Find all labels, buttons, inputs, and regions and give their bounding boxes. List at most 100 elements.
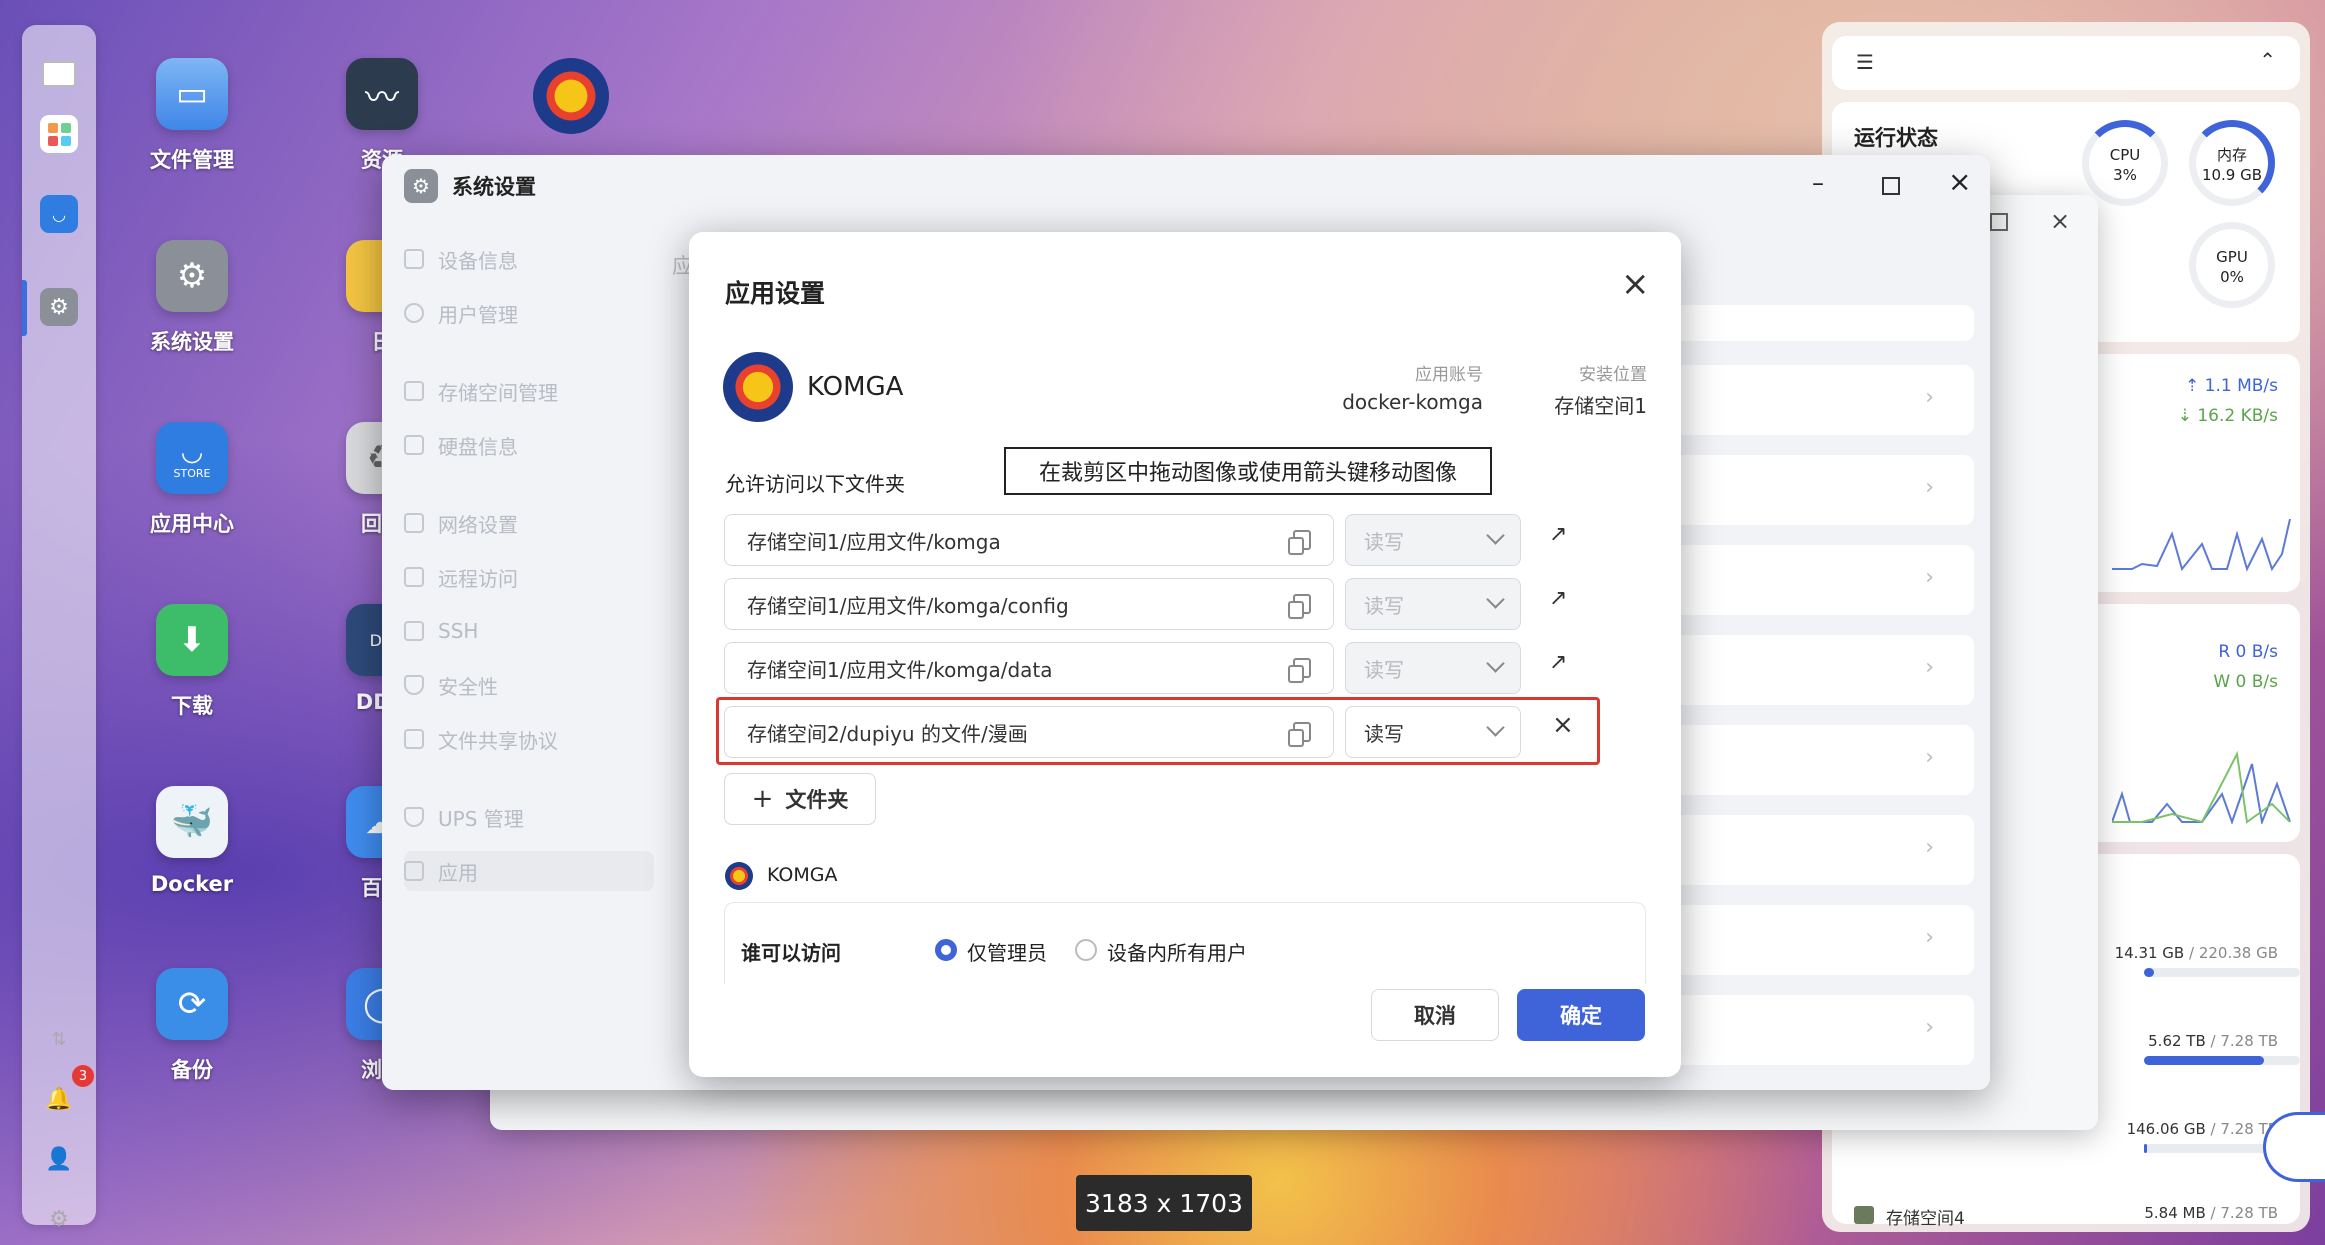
gear-icon: ⚙ bbox=[404, 169, 438, 203]
open-folder-icon[interactable]: ↗ bbox=[1549, 522, 1567, 547]
access-panel: 谁可以访问 仅管理员 设备内所有用户 bbox=[724, 902, 1646, 984]
app-settings-dialog: 应用设置 × KOMGA 应用账号 docker-komga 安装位置 存储空间… bbox=[689, 232, 1681, 1077]
storage-3-usage: 146.06 GB / 7.28 TB bbox=[2126, 1120, 2278, 1138]
sidebar-item-disks[interactable]: 硬盘信息 bbox=[404, 425, 654, 465]
gear-icon: ⚙ bbox=[49, 1206, 69, 1232]
open-folder-icon[interactable]: ↗ bbox=[1549, 650, 1567, 675]
disk-write: W 0 B/s bbox=[2213, 672, 2278, 692]
remove-icon[interactable]: × bbox=[1552, 710, 1574, 740]
sidebar-item-remote[interactable]: 远程访问 bbox=[404, 557, 654, 597]
permission-select[interactable]: 读写 bbox=[1345, 706, 1521, 758]
location-value: 存储空间1 bbox=[1554, 394, 1647, 418]
desktop-app-backup[interactable]: ⟳ 备份 bbox=[127, 968, 257, 1084]
sidebar-item-ssh[interactable]: SSH bbox=[404, 611, 654, 651]
desktop-app-label: 文件管理 bbox=[150, 148, 234, 172]
app-store-dock-button[interactable]: ◡ bbox=[40, 195, 78, 233]
app-name: KOMGA bbox=[807, 372, 904, 402]
apps-icon bbox=[404, 861, 424, 881]
radio-admin-only[interactable] bbox=[935, 939, 957, 961]
folder-path-field[interactable]: 存储空间2/dupiyu 的文件/漫画 bbox=[724, 706, 1334, 758]
collapse-up-icon[interactable]: ⌃ bbox=[2259, 48, 2276, 72]
settings-dock-button[interactable]: ⚙ bbox=[40, 288, 78, 326]
grid-icon bbox=[47, 122, 71, 146]
avatar[interactable] bbox=[2263, 1112, 2325, 1182]
sidebar-item-device[interactable]: 设备信息 bbox=[404, 239, 654, 279]
close-icon[interactable]: × bbox=[2050, 207, 2070, 235]
cancel-button[interactable]: 取消 bbox=[1371, 989, 1499, 1041]
notification-button[interactable]: 🔔 bbox=[40, 1080, 78, 1118]
folders-label: 允许访问以下文件夹 bbox=[725, 472, 905, 496]
storage-4-icon bbox=[1854, 1206, 1874, 1224]
chevron-right-icon: › bbox=[1925, 1015, 1934, 1040]
apps-grid-button[interactable] bbox=[40, 115, 78, 153]
maximize-icon[interactable] bbox=[1990, 213, 2008, 231]
close-icon[interactable]: × bbox=[1948, 165, 1971, 198]
disk-icon bbox=[404, 435, 424, 455]
folder-path-field[interactable]: 存储空间1/应用文件/komga bbox=[724, 514, 1334, 566]
close-icon[interactable]: × bbox=[1621, 264, 1650, 304]
sync-icon: ⟳ bbox=[156, 968, 228, 1040]
chevron-right-icon: › bbox=[1925, 475, 1934, 500]
sidebar-item-sharing[interactable]: 文件共享协议 bbox=[404, 719, 654, 759]
notification-badge: 3 bbox=[72, 1065, 94, 1087]
document-icon bbox=[404, 729, 424, 749]
status-title: 运行状态 bbox=[1854, 126, 1938, 150]
cpu-gauge: CPU 3% bbox=[2082, 120, 2168, 206]
sidebar-item-storage[interactable]: 存储空间管理 bbox=[404, 371, 654, 411]
desktop-app-label: 系统设置 bbox=[150, 330, 234, 354]
desktop-app-label: Docker bbox=[150, 872, 234, 896]
widget-toolbar: ☰ ⌃ bbox=[1832, 36, 2300, 90]
chevron-right-icon: › bbox=[1925, 655, 1934, 680]
add-folder-button[interactable]: + 文件夹 bbox=[724, 773, 876, 825]
desktop-app-store[interactable]: ◡ STORE 应用中心 bbox=[127, 422, 257, 538]
copy-icon[interactable] bbox=[1288, 722, 1311, 747]
sidebar-item-users[interactable]: 用户管理 bbox=[404, 293, 654, 333]
chevron-right-icon: › bbox=[1925, 835, 1934, 860]
settings-button[interactable]: ⚙ bbox=[40, 1200, 78, 1238]
folder-path-field[interactable]: 存储空间1/应用文件/komga/data bbox=[724, 642, 1334, 694]
window-title: 系统设置 bbox=[452, 175, 536, 199]
access-label: 谁可以访问 bbox=[741, 941, 841, 965]
desktop-app-docker[interactable]: 🐳 Docker bbox=[127, 786, 257, 896]
download-icon: ⬇ bbox=[156, 604, 228, 676]
copy-icon[interactable] bbox=[1288, 658, 1311, 683]
minimize-icon[interactable]: – bbox=[1812, 169, 1824, 197]
chevron-right-icon: › bbox=[1925, 745, 1934, 770]
confirm-button[interactable]: 确定 bbox=[1517, 989, 1645, 1041]
user-button[interactable]: 👤 bbox=[40, 1140, 78, 1178]
desktop-icon-button[interactable] bbox=[40, 55, 78, 93]
folder-path-field[interactable]: 存储空间1/应用文件/komga/config bbox=[724, 578, 1334, 630]
screen-size-label: 3183 x 1703 bbox=[1076, 1175, 1252, 1231]
dock-active-indicator bbox=[22, 280, 27, 336]
chevron-down-icon bbox=[1486, 718, 1505, 737]
copy-icon[interactable] bbox=[1288, 594, 1311, 619]
storage-4-usage: 5.84 MB / 7.28 TB bbox=[2144, 1204, 2278, 1222]
filter-settings-icon[interactable]: ☰ bbox=[1856, 50, 1874, 74]
copy-icon[interactable] bbox=[1288, 530, 1311, 555]
store-icon: ◡ STORE bbox=[156, 422, 228, 494]
open-folder-icon[interactable]: ↗ bbox=[1549, 586, 1567, 611]
ups-shield-icon bbox=[404, 807, 424, 827]
activity-monitor-icon: 〰 bbox=[346, 58, 418, 130]
account-value: docker-komga bbox=[1342, 390, 1483, 414]
disk-sparkline bbox=[2112, 750, 2291, 824]
sidebar-item-security[interactable]: 安全性 bbox=[404, 665, 654, 705]
chevron-down-icon bbox=[1486, 590, 1505, 609]
chevron-down-icon bbox=[1486, 654, 1505, 673]
desktop-app-settings[interactable]: ⚙ 系统设置 bbox=[127, 240, 257, 356]
maximize-icon[interactable] bbox=[1882, 177, 1900, 195]
radio-all-users[interactable] bbox=[1075, 939, 1097, 961]
desktop-app-label: 备份 bbox=[171, 1058, 213, 1082]
permission-select: 读写 bbox=[1345, 514, 1521, 566]
desktop-app-download[interactable]: ⬇ 下载 bbox=[127, 604, 257, 720]
terminal-icon bbox=[404, 621, 424, 641]
komga-desktop-icon[interactable] bbox=[533, 58, 609, 134]
desktop-app-label: 应用中心 bbox=[150, 512, 234, 536]
sidebar-item-ups[interactable]: UPS 管理 bbox=[404, 797, 654, 837]
transfer-button[interactable]: ⇅ bbox=[40, 1020, 78, 1058]
sidebar-item-network[interactable]: 网络设置 bbox=[404, 503, 654, 543]
sidebar-item-apps[interactable]: 应用 bbox=[404, 851, 654, 891]
bell-icon: 🔔 bbox=[45, 1086, 73, 1112]
account-label: 应用账号 bbox=[1415, 365, 1483, 385]
desktop-app-files[interactable]: ▭ 文件管理 bbox=[127, 58, 257, 174]
